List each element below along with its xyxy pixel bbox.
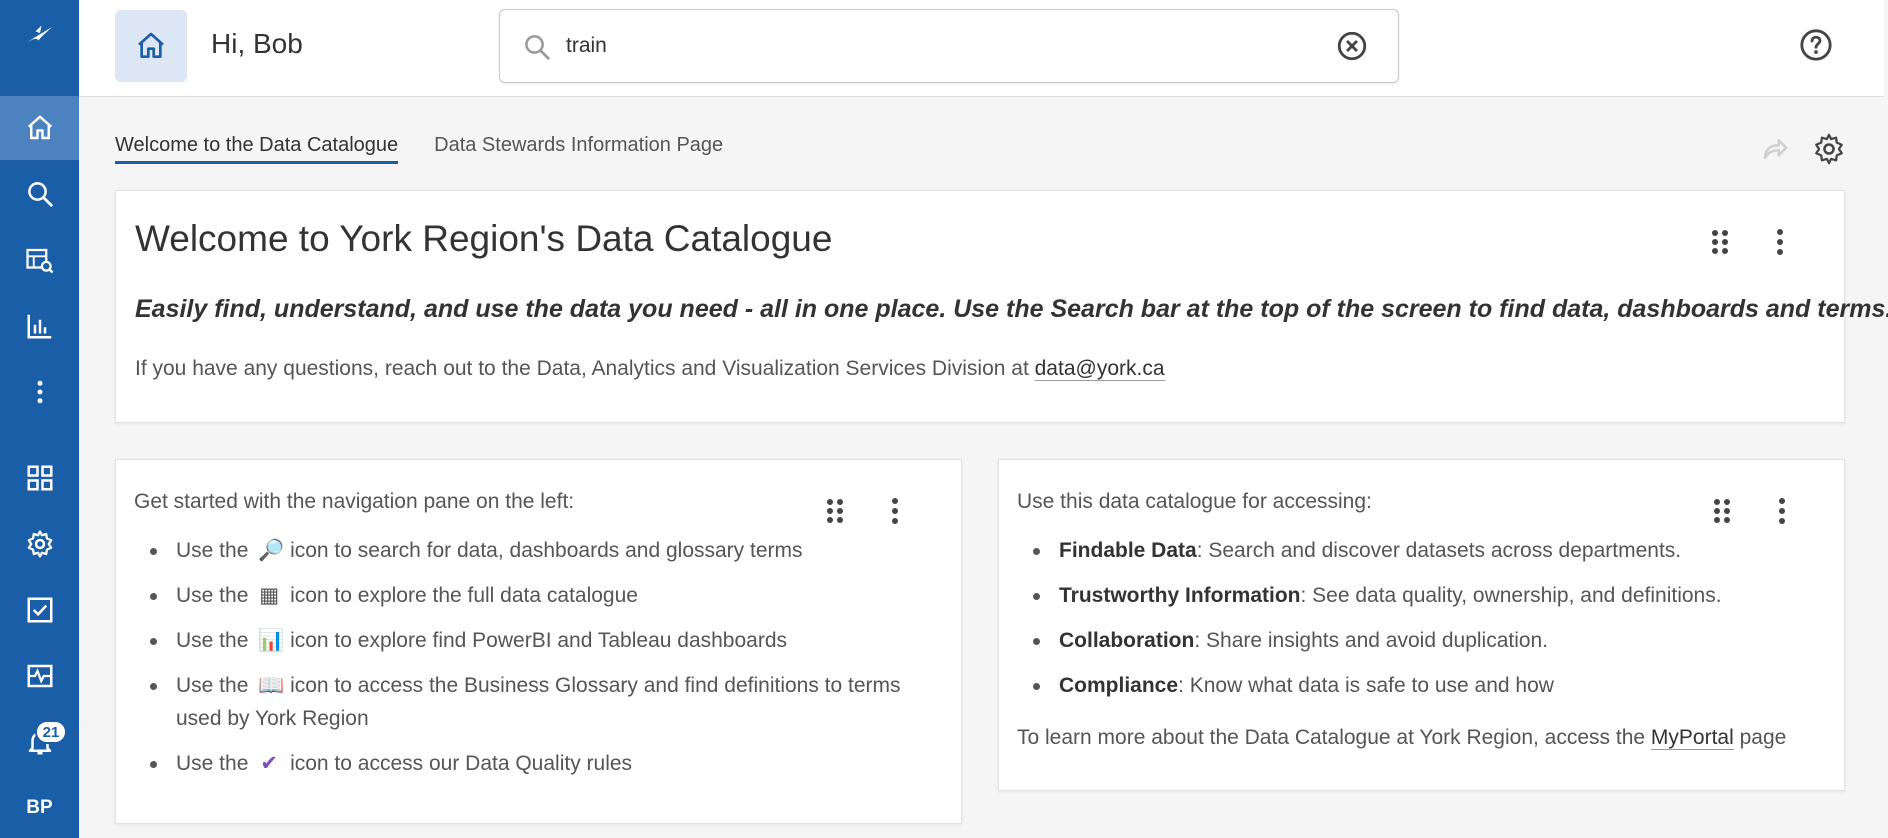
contact-info: If you have any questions, reach out to … xyxy=(135,357,1165,381)
bar-chart-icon xyxy=(27,314,51,339)
top-bar: Hi, Bob xyxy=(79,0,1884,97)
search-box[interactable] xyxy=(499,9,1399,83)
avatar-initials: BP xyxy=(26,797,53,818)
table-search-icon xyxy=(25,248,53,274)
sidebar-item-dashboards[interactable] xyxy=(0,294,79,358)
navigation-help-list: Use the 🔎 icon to search for data, dashb… xyxy=(134,534,934,792)
more-vertical-icon xyxy=(37,380,42,404)
tab-data-stewards[interactable]: Data Stewards Information Page xyxy=(434,134,723,164)
bird-logo-icon xyxy=(27,25,52,42)
sidebar-item-home[interactable] xyxy=(0,96,79,160)
greeting: Hi, Bob xyxy=(211,28,303,59)
list-item: Use the ▦ icon to explore the full data … xyxy=(134,579,934,612)
checkmark-emoji-icon: ✔ xyxy=(260,752,279,775)
sidebar-item-search[interactable] xyxy=(0,162,79,226)
sidebar-item-catalogue[interactable] xyxy=(0,228,79,292)
app-logo[interactable] xyxy=(0,4,79,68)
search-input[interactable] xyxy=(566,28,1326,64)
gear-icon xyxy=(27,530,52,558)
magnifier-emoji-icon: 🔎 xyxy=(258,539,285,562)
page-tabs: Welcome to the Data Catalogue Data Stewa… xyxy=(115,134,723,164)
sidebar-item-apps[interactable] xyxy=(0,446,79,510)
usage-card: Use this data catalogue for accessing: F… xyxy=(998,459,1845,791)
home-icon xyxy=(27,115,52,140)
search-icon xyxy=(27,182,53,207)
more-vertical-icon[interactable] xyxy=(1768,227,1792,257)
more-vertical-icon[interactable] xyxy=(883,496,907,526)
share-icon[interactable] xyxy=(1760,134,1790,164)
sidebar-item-more[interactable] xyxy=(0,360,79,424)
welcome-title: Welcome to York Region's Data Catalogue xyxy=(135,218,833,259)
search-icon xyxy=(525,35,550,60)
checkbox-icon xyxy=(27,597,52,623)
user-avatar[interactable]: BP xyxy=(0,776,79,838)
sidebar-item-quality[interactable] xyxy=(0,578,79,642)
usage-intro: Use this data catalogue for accessing: xyxy=(1017,490,1372,513)
contact-info-text: If you have any questions, reach out to … xyxy=(135,357,1035,380)
usage-list: Findable Data: Search and discover datas… xyxy=(1017,534,1722,714)
page-settings-icon[interactable] xyxy=(1812,132,1846,166)
welcome-subtitle: Easily find, understand, and use the dat… xyxy=(135,295,1888,323)
more-vertical-icon[interactable] xyxy=(1770,496,1794,526)
sidebar-item-monitoring[interactable] xyxy=(0,644,79,708)
clear-search-icon[interactable] xyxy=(1335,29,1369,63)
list-item: Compliance: Know what data is safe to us… xyxy=(1017,669,1722,702)
contact-email-link[interactable]: data@york.ca xyxy=(1034,357,1165,381)
grid-icon xyxy=(27,465,52,491)
book-emoji-icon: 📖 xyxy=(258,674,285,697)
list-item: Findable Data: Search and discover datas… xyxy=(1017,534,1722,567)
list-item: Use the ✔ icon to access our Data Qualit… xyxy=(134,747,934,780)
list-item: Collaboration: Share insights and avoid … xyxy=(1017,624,1722,657)
sidebar-item-settings[interactable] xyxy=(0,512,79,576)
navigation-help-card: Get started with the navigation pane on … xyxy=(115,459,962,824)
list-item: Use the 📊 icon to explore find PowerBI a… xyxy=(134,624,934,657)
list-item: Use the 🔎 icon to search for data, dashb… xyxy=(134,534,934,567)
myportal-link[interactable]: MyPortal xyxy=(1650,726,1734,750)
bar-chart-emoji-icon: 📊 xyxy=(258,629,285,652)
sidebar-item-notifications[interactable]: 21 xyxy=(0,710,79,774)
drag-handle-icon[interactable] xyxy=(823,496,847,526)
drag-handle-icon[interactable] xyxy=(1710,496,1734,526)
welcome-card: Welcome to York Region's Data Catalogue … xyxy=(115,190,1888,423)
list-item: Trustworthy Information: See data qualit… xyxy=(1017,579,1722,612)
navigation-help-intro: Get started with the navigation pane on … xyxy=(134,490,575,513)
help-icon[interactable] xyxy=(1799,28,1833,62)
list-item: Use the 📖 icon to access the Business Gl… xyxy=(134,669,934,735)
notification-badge: 21 xyxy=(35,720,67,744)
grid-emoji-icon: ▦ xyxy=(259,584,280,607)
pulse-monitor-icon xyxy=(27,664,52,688)
home-button[interactable] xyxy=(115,10,187,82)
usage-footer: To learn more about the Data Catalogue a… xyxy=(1017,726,1787,750)
tab-welcome[interactable]: Welcome to the Data Catalogue xyxy=(115,134,399,164)
home-icon xyxy=(138,32,164,58)
drag-handle-icon[interactable] xyxy=(1708,227,1732,257)
sidebar: 21 BP xyxy=(0,0,79,838)
